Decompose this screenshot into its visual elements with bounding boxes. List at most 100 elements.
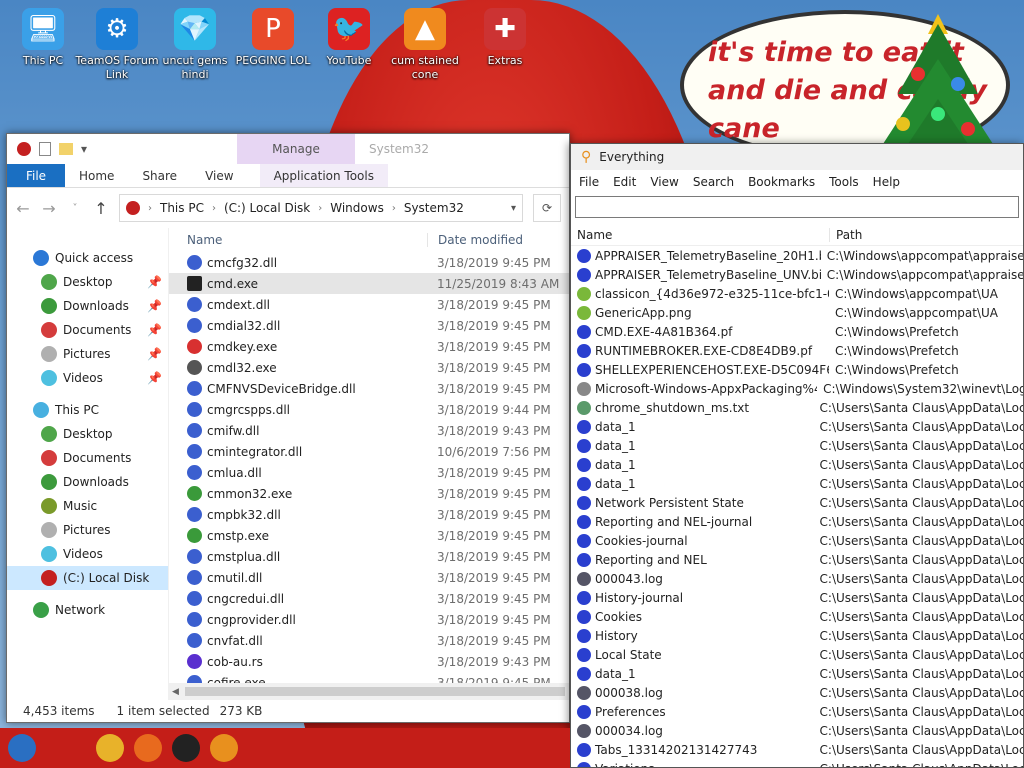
result-row[interactable]: Network Persistent State C:\Users\Santa C…: [571, 493, 1023, 512]
result-row[interactable]: Reporting and NEL C:\Users\Santa Claus\Ap…: [571, 550, 1023, 569]
desktop-icon-item[interactable]: 🐦 YouTube: [306, 8, 392, 68]
scrollbar-thumb[interactable]: [185, 687, 565, 696]
tab-file[interactable]: File: [7, 164, 65, 187]
sidebar-item-c-local-disk[interactable]: (C:) Local Disk: [7, 566, 168, 590]
chevron-down-icon[interactable]: ▾: [81, 142, 87, 156]
everything-search-icon[interactable]: [210, 734, 238, 762]
sidebar-item-music[interactable]: Music: [7, 494, 168, 518]
sidebar-item-videos[interactable]: Videos 📌: [7, 366, 168, 390]
result-row[interactable]: APPRAISER_TelemetryBaseline_UNV.bin C:\Wi…: [571, 265, 1023, 284]
tab-view[interactable]: View: [191, 164, 247, 187]
explorer-titlebar[interactable]: ▾ Manage System32: [7, 134, 569, 164]
desktop-icon-item[interactable]: ✚ Extras: [462, 8, 548, 68]
sidebar-item-pictures[interactable]: Pictures 📌: [7, 342, 168, 366]
firefox-icon[interactable]: [134, 734, 162, 762]
desktop-icon-item[interactable]: ▲ cum stained cone: [382, 8, 468, 82]
result-row[interactable]: 000043.log C:\Users\Santa Claus\AppData\L…: [571, 569, 1023, 588]
menu-item-view[interactable]: View: [650, 175, 678, 189]
result-row[interactable]: data_1 C:\Users\Santa Claus\AppData\Local: [571, 474, 1023, 493]
table-row[interactable]: CMFNVSDeviceBridge.dll 3/18/2019 9:45 PM: [169, 378, 569, 399]
table-row[interactable]: cngcredui.dll 3/18/2019 9:45 PM: [169, 588, 569, 609]
sidebar-item-videos[interactable]: Videos: [7, 542, 168, 566]
result-row[interactable]: Tabs_13314202131427743 C:\Users\Santa Cla…: [571, 740, 1023, 759]
table-row[interactable]: cmd.exe 11/25/2019 8:43 AM: [169, 273, 569, 294]
desktop-icon-item[interactable]: P PEGGING LOL: [230, 8, 316, 68]
pin-icon[interactable]: 📌: [147, 323, 162, 337]
sidebar-item-quick-access[interactable]: Quick access: [7, 246, 168, 270]
table-row[interactable]: cmlua.dll 3/18/2019 9:45 PM: [169, 462, 569, 483]
tab-manage[interactable]: Manage: [237, 134, 355, 164]
sidebar-item-documents[interactable]: Documents 📌: [7, 318, 168, 342]
menu-item-file[interactable]: File: [579, 175, 599, 189]
table-row[interactable]: cmcfg32.dll 3/18/2019 9:45 PM: [169, 252, 569, 273]
sidebar-item-this-pc[interactable]: This PC: [7, 398, 168, 422]
column-date-modified[interactable]: Date modified: [427, 232, 523, 247]
result-row[interactable]: Cookies-journal C:\Users\Santa Claus\AppD…: [571, 531, 1023, 550]
new-folder-icon[interactable]: [59, 143, 73, 155]
tab-application-tools[interactable]: Application Tools: [259, 164, 388, 187]
table-row[interactable]: cmmon32.exe 3/18/2019 9:45 PM: [169, 483, 569, 504]
sidebar-item-pictures[interactable]: Pictures: [7, 518, 168, 542]
table-row[interactable]: cmdext.dll 3/18/2019 9:45 PM: [169, 294, 569, 315]
table-row[interactable]: cmdkey.exe 3/18/2019 9:45 PM: [169, 336, 569, 357]
address-bar[interactable]: › This PC › (C:) Local Disk › Windows › …: [119, 194, 523, 222]
result-row[interactable]: Cookies C:\Users\Santa Claus\AppData\Loca…: [571, 607, 1023, 626]
file-explorer-window[interactable]: ▾ Manage System32 File Home Share View A…: [6, 133, 570, 723]
forward-arrow-icon[interactable]: →: [41, 199, 57, 218]
everything-titlebar[interactable]: ⚲ Everything: [571, 144, 1023, 170]
result-row[interactable]: Local State C:\Users\Santa Claus\AppData\…: [571, 645, 1023, 664]
start-orb-icon[interactable]: [8, 734, 36, 762]
sidebar-item-network[interactable]: Network: [7, 598, 168, 622]
result-row[interactable]: Reporting and NEL-journal C:\Users\Santa …: [571, 512, 1023, 531]
result-row[interactable]: data_1 C:\Users\Santa Claus\AppData\Local: [571, 455, 1023, 474]
menu-item-tools[interactable]: Tools: [829, 175, 859, 189]
table-row[interactable]: cmdial32.dll 3/18/2019 9:45 PM: [169, 315, 569, 336]
pin-icon[interactable]: 📌: [147, 275, 162, 289]
table-row[interactable]: cmintegrator.dll 10/6/2019 7:56 PM: [169, 441, 569, 462]
result-row[interactable]: History C:\Users\Santa Claus\AppData\Loca…: [571, 626, 1023, 645]
tab-home[interactable]: Home: [65, 164, 128, 187]
result-row[interactable]: Microsoft-Windows-AppxPackaging%4O... C:\…: [571, 379, 1023, 398]
cmd-icon[interactable]: [172, 734, 200, 762]
result-row[interactable]: chrome_shutdown_ms.txt C:\Users\Santa Cla…: [571, 398, 1023, 417]
pin-icon[interactable]: 📌: [147, 347, 162, 361]
breadcrumb-local-disk[interactable]: (C:) Local Disk: [224, 201, 310, 215]
desktop-icon-item[interactable]: ⚙ TeamOS Forum Link: [74, 8, 160, 82]
sidebar-item-downloads[interactable]: Downloads: [7, 470, 168, 494]
table-row[interactable]: cmgrcspps.dll 3/18/2019 9:44 PM: [169, 399, 569, 420]
chevron-down-icon[interactable]: ▾: [511, 203, 516, 214]
table-row[interactable]: cngprovider.dll 3/18/2019 9:45 PM: [169, 609, 569, 630]
result-row[interactable]: data_1 C:\Users\Santa Claus\AppData\Local: [571, 436, 1023, 455]
column-name[interactable]: Name: [571, 228, 829, 242]
sidebar-item-desktop[interactable]: Desktop 📌: [7, 270, 168, 294]
menu-item-edit[interactable]: Edit: [613, 175, 636, 189]
result-row[interactable]: 000034.log C:\Users\Santa Claus\AppData\L…: [571, 721, 1023, 740]
table-row[interactable]: cmpbk32.dll 3/18/2019 9:45 PM: [169, 504, 569, 525]
everything-search-input[interactable]: [575, 196, 1019, 218]
breadcrumb-this-pc[interactable]: This PC: [160, 201, 204, 215]
menu-item-help[interactable]: Help: [873, 175, 900, 189]
result-row[interactable]: classicon_{4d36e972-e325-11ce-bfc1-0800.…: [571, 284, 1023, 303]
table-row[interactable]: cob-au.rs 3/18/2019 9:43 PM: [169, 651, 569, 672]
menu-item-search[interactable]: Search: [693, 175, 734, 189]
table-row[interactable]: cmutil.dll 3/18/2019 9:45 PM: [169, 567, 569, 588]
pin-icon[interactable]: 📌: [147, 371, 162, 385]
everything-window[interactable]: ⚲ Everything File Edit View Search Bookmarks…: [570, 143, 1024, 768]
chevron-down-icon[interactable]: ˅: [67, 203, 83, 214]
chrome-icon[interactable]: [96, 734, 124, 762]
result-row[interactable]: Preferences C:\Users\Santa Claus\AppData\…: [571, 702, 1023, 721]
up-arrow-icon[interactable]: ↑: [93, 199, 109, 218]
result-row[interactable]: 000038.log C:\Users\Santa Claus\AppData\L…: [571, 683, 1023, 702]
table-row[interactable]: cmifw.dll 3/18/2019 9:43 PM: [169, 420, 569, 441]
result-row[interactable]: APPRAISER_TelemetryBaseline_20H1.bin C:\W…: [571, 246, 1023, 265]
breadcrumb-windows[interactable]: Windows: [330, 201, 384, 215]
desktop-icon-item[interactable]: 💎 uncut gems hindi: [152, 8, 238, 82]
horizontal-scrollbar[interactable]: ◀: [169, 683, 569, 700]
pin-icon[interactable]: 📌: [147, 299, 162, 313]
table-row[interactable]: cmstplua.dll 3/18/2019 9:45 PM: [169, 546, 569, 567]
scroll-left-icon[interactable]: ◀: [169, 687, 179, 697]
table-row[interactable]: cmdl32.exe 3/18/2019 9:45 PM: [169, 357, 569, 378]
result-row[interactable]: CMD.EXE-4A81B364.pf C:\Windows\Prefetch: [571, 322, 1023, 341]
result-row[interactable]: data_1 C:\Users\Santa Claus\AppData\Local: [571, 664, 1023, 683]
breadcrumb-system32[interactable]: System32: [404, 201, 464, 215]
